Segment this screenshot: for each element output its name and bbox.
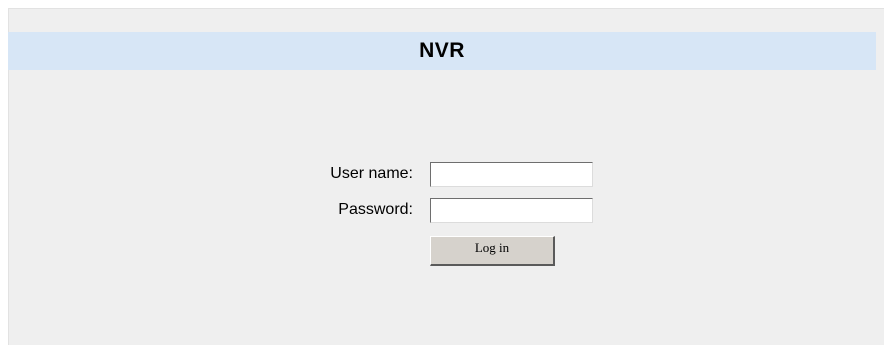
password-input[interactable] xyxy=(430,198,593,223)
title-bar: NVR xyxy=(8,32,876,70)
username-label: User name: xyxy=(330,165,413,182)
password-label: Password: xyxy=(338,201,413,218)
login-button[interactable]: Log in xyxy=(430,236,555,266)
username-input[interactable] xyxy=(430,162,593,187)
page-title: NVR xyxy=(419,39,465,62)
